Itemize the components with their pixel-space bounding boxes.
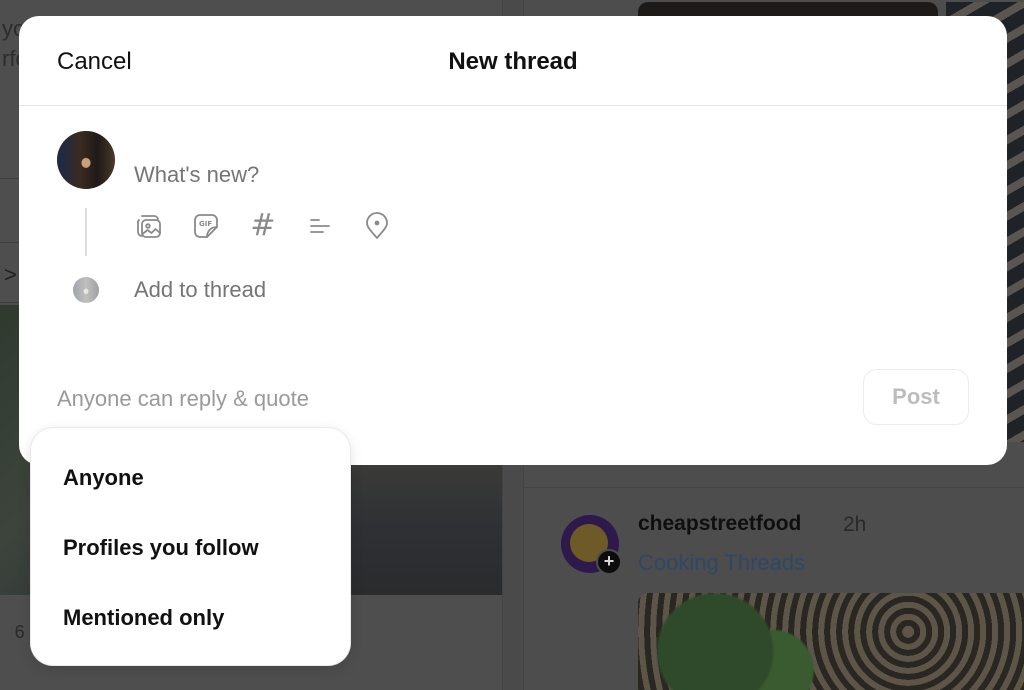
- follow-plus-icon: +: [596, 549, 622, 575]
- menu-item-mentioned-only[interactable]: Mentioned only: [63, 605, 224, 631]
- add-to-thread-input[interactable]: [134, 277, 534, 303]
- post-button[interactable]: Post: [863, 369, 969, 425]
- post-timestamp: 2h: [843, 513, 867, 536]
- new-thread-modal: Cancel New thread GIF #: [19, 16, 1007, 465]
- thread-text-input[interactable]: [134, 162, 834, 188]
- gif-button[interactable]: GIF: [191, 211, 221, 241]
- poll-lines-icon: [310, 219, 330, 233]
- image-stack-icon: [137, 215, 161, 238]
- background-count: 6: [6, 622, 25, 642]
- post-photo: [638, 593, 1024, 690]
- post-username: cheapstreetfood: [638, 512, 802, 535]
- attach-media-button[interactable]: [134, 211, 164, 241]
- user-avatar-small: [73, 277, 99, 303]
- background-divider: [524, 487, 1024, 488]
- reply-permission-selector[interactable]: Anyone can reply & quote: [57, 386, 309, 412]
- modal-title: New thread: [448, 48, 578, 75]
- hashtag-button[interactable]: #: [248, 211, 278, 241]
- gif-sticker-icon: GIF: [194, 214, 218, 238]
- location-button[interactable]: [362, 211, 392, 241]
- menu-item-anyone[interactable]: Anyone: [63, 465, 144, 491]
- reply-permission-menu: Anyone Profiles you follow Mentioned onl…: [31, 428, 350, 665]
- post-topic-tag: Cooking Threads: [638, 550, 806, 575]
- background-photo-street: [352, 465, 502, 595]
- user-avatar: [57, 131, 115, 189]
- location-pin-icon: [366, 212, 388, 239]
- svg-text:GIF: GIF: [199, 220, 212, 228]
- composer-toolbar: GIF #: [134, 211, 392, 241]
- hashtag-icon: #: [250, 208, 276, 243]
- menu-item-profiles-you-follow[interactable]: Profiles you follow: [63, 535, 259, 561]
- poll-button[interactable]: [305, 211, 335, 241]
- chevron-right-icon: >: [4, 262, 17, 287]
- modal-header: Cancel New thread: [19, 16, 1007, 106]
- thread-connector-line: [85, 208, 87, 256]
